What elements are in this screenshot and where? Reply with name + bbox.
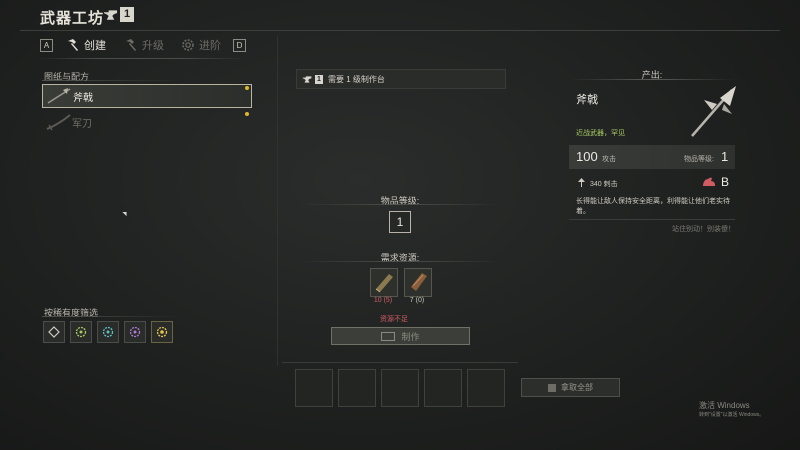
log-icon [375, 274, 393, 293]
output-item-type: 近战武器，罕见 [576, 130, 625, 137]
craft-button-label: 制作 [401, 331, 420, 342]
requirement-text: 需要 1 级制作台 [328, 74, 385, 84]
recipe-label: 斧戟 [73, 92, 93, 104]
next-tab-key[interactable]: D [233, 39, 246, 52]
tab-upgrade[interactable]: 升级 [124, 37, 164, 53]
pierce-stat: 340 刺击 [590, 181, 618, 188]
mouse-cursor [122, 209, 129, 217]
attack-label: 攻击 [602, 156, 616, 163]
resources-label: 需求资源: [380, 253, 420, 263]
craft-button[interactable]: 制作 [331, 327, 470, 345]
description-divider [569, 219, 735, 220]
gem-icon [156, 326, 168, 338]
rarity-filter-rare[interactable] [97, 321, 119, 343]
output-slot-5[interactable] [467, 369, 505, 407]
rarity-filter-common[interactable] [43, 321, 65, 343]
output-slot-3[interactable] [381, 369, 419, 407]
workshop-level-badge: 1 [120, 7, 134, 22]
rarity-filter-label: 按稀有度筛选 [44, 308, 99, 318]
resources-line [300, 261, 500, 262]
attack-value: 100 [576, 149, 598, 164]
rarity-filter-line [42, 316, 182, 317]
anvil-icon [103, 10, 118, 20]
requirement-bar: 1 需要 1 级制作台 [296, 69, 506, 89]
requirement-level-badge: 1 [315, 74, 323, 84]
recipe-item-saber[interactable]: 军刀 [42, 111, 250, 133]
new-indicator-dot [245, 86, 249, 90]
rarity-filter-epic[interactable] [124, 321, 146, 343]
resource-slot-wood[interactable] [370, 268, 398, 297]
halberd-icon [691, 86, 736, 137]
gear-icon [182, 39, 194, 51]
recipe-label: 军刀 [72, 118, 92, 130]
page-title: 武器工坊 [40, 10, 105, 27]
diamond-icon [48, 326, 60, 338]
gem-icon [75, 326, 87, 338]
gem-icon [129, 326, 141, 338]
item-quote: 站住别动！别装傻！ [672, 226, 735, 233]
item-level-value: 1 [389, 211, 411, 233]
take-all-button[interactable]: 拿取全部 [521, 378, 620, 397]
plank-icon [411, 273, 427, 291]
gem-icon [102, 326, 114, 338]
windows-watermark-subtitle: 转到"设置"以激活 Windows。 [699, 412, 765, 418]
pierce-icon [578, 178, 585, 187]
key-icon [548, 383, 556, 392]
tab-advance[interactable]: 进阶 [181, 37, 221, 53]
new-indicator-dot [245, 112, 249, 116]
item-level-line [300, 204, 500, 205]
output-slot-1[interactable] [295, 369, 333, 407]
output-item-name: 斧戟 [576, 94, 598, 106]
resource-count-plank: 7 (0) [409, 297, 425, 304]
saber-thumb-icon [46, 114, 71, 131]
scaling-grade: B [721, 175, 730, 189]
item-level-label: 物品等级: [380, 196, 420, 206]
strength-arm-icon [703, 177, 715, 186]
output-slot-4[interactable] [424, 369, 462, 407]
hammer-icon [126, 39, 136, 51]
recipes-section-line [42, 80, 182, 81]
prev-tab-key[interactable]: A [40, 39, 53, 52]
rarity-filter-legendary[interactable] [151, 321, 173, 343]
output-divider [569, 79, 735, 80]
take-all-label: 拿取全部 [561, 383, 593, 392]
recipes-section-label: 图纸与配方 [44, 72, 90, 82]
output-slot-2[interactable] [338, 369, 376, 407]
resource-count-wood: 10 (5) [373, 297, 393, 304]
tab-advance-label: 进阶 [199, 40, 221, 52]
slots-divider [282, 362, 518, 363]
keyboard-icon [381, 331, 396, 341]
left-panel-divider [277, 36, 278, 366]
rarity-filter-uncommon[interactable] [70, 321, 92, 343]
header-divider [20, 30, 780, 31]
hammer-icon [68, 39, 78, 51]
item-description: 长得能让敌人保持安全距离，利得能让他们老实待着。 [576, 198, 730, 215]
insufficient-resources-text: 资源不足 [380, 316, 408, 323]
tab-create[interactable]: 创建 [66, 37, 106, 53]
tab-upgrade-label: 升级 [142, 40, 164, 52]
recipe-item-halberd[interactable]: 斧戟 [42, 84, 252, 108]
anvil-icon [302, 75, 312, 83]
halberd-thumb-icon [47, 88, 71, 104]
output-level-label: 物品等级: [684, 156, 714, 163]
output-level-value: 1 [721, 149, 729, 164]
resource-slot-plank[interactable] [404, 268, 432, 297]
tab-divider [36, 58, 246, 59]
windows-watermark-title: 激活 Windows [699, 401, 750, 410]
tab-create-label: 创建 [84, 40, 106, 52]
